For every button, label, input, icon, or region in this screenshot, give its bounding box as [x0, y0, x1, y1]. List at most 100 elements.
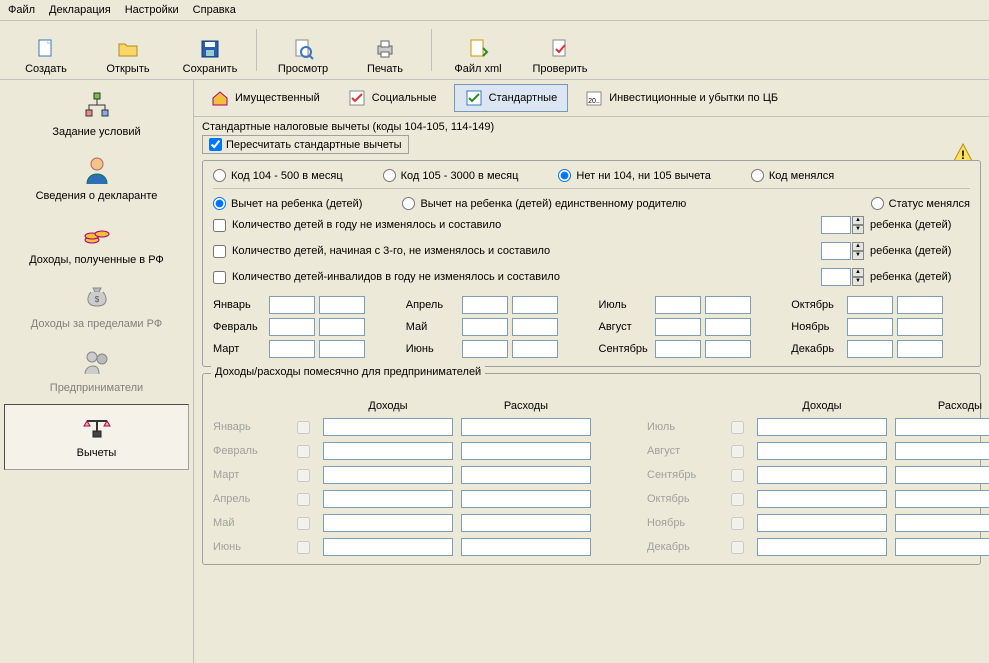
month-input[interactable] [319, 340, 365, 358]
radio-single-parent[interactable]: Вычет на ребенка (детей) единственному р… [402, 197, 686, 210]
tab-social[interactable]: Социальные [337, 84, 448, 112]
income-input[interactable] [757, 442, 887, 460]
expense-input[interactable] [895, 538, 989, 556]
income-input[interactable] [323, 514, 453, 532]
spinner-input[interactable] [821, 268, 851, 286]
menu-help[interactable]: Справка [193, 4, 236, 16]
sidebar-income-foreign[interactable]: $ Доходы за пределами РФ [0, 276, 193, 340]
sidebar-conditions[interactable]: Задание условий [0, 84, 193, 148]
spin-down[interactable]: ▼ [852, 277, 864, 286]
month-checkbox[interactable] [297, 493, 310, 506]
radio-status-changed[interactable]: Статус менялся [871, 197, 970, 210]
spin-down[interactable]: ▼ [852, 251, 864, 260]
sidebar-deductions[interactable]: Вычеты [4, 404, 189, 470]
create-button[interactable]: Создать [6, 25, 86, 75]
expense-input[interactable] [461, 538, 591, 556]
expense-input[interactable] [895, 466, 989, 484]
month-checkbox[interactable] [731, 469, 744, 482]
month-input[interactable] [655, 296, 701, 314]
sidebar-declarant[interactable]: Сведения о декларанте [0, 148, 193, 212]
income-input[interactable] [757, 514, 887, 532]
month-checkbox[interactable] [297, 541, 310, 554]
income-input[interactable] [757, 490, 887, 508]
month-input[interactable] [462, 296, 508, 314]
month-checkbox[interactable] [297, 517, 310, 530]
tab-invest[interactable]: 20.. Инвестиционные и убытки по ЦБ [574, 84, 789, 112]
month-input[interactable] [512, 340, 558, 358]
month-input[interactable] [705, 340, 751, 358]
income-input[interactable] [757, 538, 887, 556]
radio-child-deduction[interactable]: Вычет на ребенка (детей) [213, 197, 362, 210]
spin-up[interactable]: ▲ [852, 242, 864, 251]
chk-children-from-3rd[interactable] [213, 245, 226, 258]
chk-children-count[interactable] [213, 219, 226, 232]
expense-input[interactable] [461, 418, 591, 436]
month-input[interactable] [462, 318, 508, 336]
month-input[interactable] [847, 296, 893, 314]
expense-input[interactable] [461, 490, 591, 508]
sidebar-income-rf[interactable]: Доходы, полученные в РФ [0, 212, 193, 276]
expense-input[interactable] [461, 514, 591, 532]
expense-input[interactable] [895, 514, 989, 532]
income-input[interactable] [323, 490, 453, 508]
month-input[interactable] [897, 296, 943, 314]
radio-code-105[interactable]: Код 105 - 3000 в месяц [383, 169, 519, 182]
children-3rd-spinner[interactable]: ▲▼ [821, 242, 864, 260]
month-checkbox[interactable] [731, 445, 744, 458]
expense-input[interactable] [895, 418, 989, 436]
children-disabled-spinner[interactable]: ▲▼ [821, 268, 864, 286]
month-input[interactable] [847, 318, 893, 336]
month-checkbox[interactable] [731, 493, 744, 506]
month-checkbox[interactable] [297, 469, 310, 482]
month-input[interactable] [512, 296, 558, 314]
expense-input[interactable] [461, 442, 591, 460]
month-input[interactable] [705, 318, 751, 336]
month-input[interactable] [462, 340, 508, 358]
expense-input[interactable] [895, 490, 989, 508]
income-input[interactable] [323, 418, 453, 436]
month-input[interactable] [512, 318, 558, 336]
tab-property[interactable]: Имущественный [200, 84, 331, 112]
month-checkbox[interactable] [297, 445, 310, 458]
income-input[interactable] [323, 466, 453, 484]
radio-code-104[interactable]: Код 104 - 500 в месяц [213, 169, 343, 182]
month-input[interactable] [655, 318, 701, 336]
month-input[interactable] [319, 296, 365, 314]
month-checkbox[interactable] [731, 541, 744, 554]
radio-none[interactable]: Нет ни 104, ни 105 вычета [558, 169, 710, 182]
month-input[interactable] [655, 340, 701, 358]
income-input[interactable] [757, 466, 887, 484]
spin-up[interactable]: ▲ [852, 216, 864, 225]
income-input[interactable] [323, 538, 453, 556]
month-input[interactable] [897, 340, 943, 358]
spin-up[interactable]: ▲ [852, 268, 864, 277]
check-button[interactable]: Проверить [520, 25, 600, 75]
radio-code-changed[interactable]: Код менялся [751, 169, 834, 182]
expense-input[interactable] [895, 442, 989, 460]
month-input[interactable] [705, 296, 751, 314]
month-input[interactable] [319, 318, 365, 336]
save-button[interactable]: Сохранить [170, 25, 250, 75]
menu-declaration[interactable]: Декларация [49, 4, 111, 16]
preview-button[interactable]: Просмотр [263, 25, 343, 75]
menu-file[interactable]: Файл [8, 4, 35, 16]
spinner-input[interactable] [821, 216, 851, 234]
tab-standard[interactable]: Стандартные [454, 84, 569, 112]
print-button[interactable]: Печать [345, 25, 425, 75]
expense-input[interactable] [461, 466, 591, 484]
spin-down[interactable]: ▼ [852, 225, 864, 234]
children-count-spinner[interactable]: ▲▼ [821, 216, 864, 234]
sidebar-entrepreneur[interactable]: Предприниматели [0, 340, 193, 404]
month-input[interactable] [847, 340, 893, 358]
month-checkbox[interactable] [731, 421, 744, 434]
month-checkbox[interactable] [731, 517, 744, 530]
month-checkbox[interactable] [297, 421, 310, 434]
chk-children-disabled[interactable] [213, 271, 226, 284]
month-input[interactable] [897, 318, 943, 336]
month-input[interactable] [269, 296, 315, 314]
open-button[interactable]: Открыть [88, 25, 168, 75]
income-input[interactable] [757, 418, 887, 436]
xml-button[interactable]: Файл xml [438, 25, 518, 75]
month-input[interactable] [269, 340, 315, 358]
menu-settings[interactable]: Настройки [125, 4, 179, 16]
